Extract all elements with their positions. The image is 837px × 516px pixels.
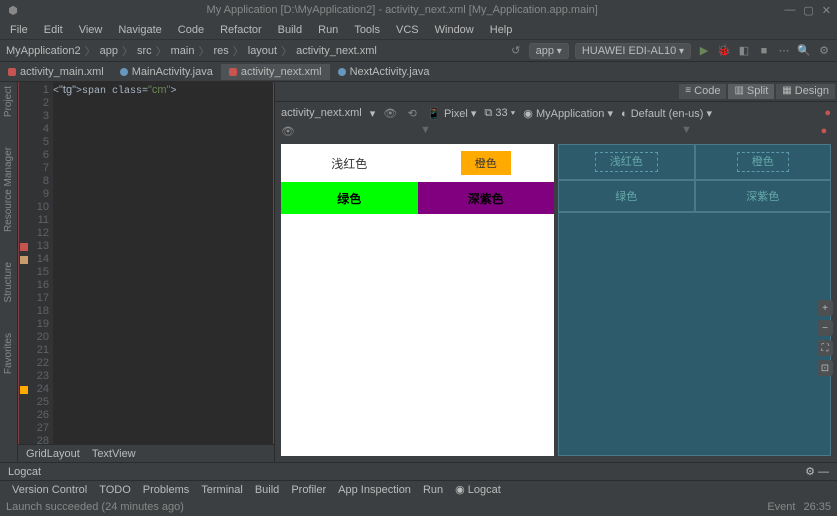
minimize-icon[interactable]: — (784, 4, 795, 17)
menu-bar: FileEditViewNavigate CodeRefactorBuildRun… (0, 20, 837, 40)
pan-icon[interactable]: ⊡ (817, 360, 833, 376)
menu-edit[interactable]: Edit (38, 22, 69, 38)
search-icon[interactable]: 🔍 (797, 44, 811, 58)
menu-tools[interactable]: Tools (348, 22, 386, 38)
sidebar-resource[interactable]: Resource Manager (3, 147, 14, 232)
left-sidebar: Project Resource Manager Structure Favor… (0, 82, 18, 462)
title-bar: ⬢ My Application [D:\MyApplication2] - a… (0, 0, 837, 20)
tool-todo[interactable]: TODO (93, 484, 137, 496)
menu-refactor[interactable]: Refactor (214, 22, 268, 38)
visibility-icon[interactable]: 👁 (281, 124, 295, 138)
layout-preview: ≡ Code ▥ Split ▦ Design activity_next.xm… (274, 82, 837, 462)
breadcrumb[interactable]: MyApplication2〉app〉src〉main〉res〉layout〉a… (6, 43, 377, 59)
bottom-toolbar: Version ControlTODOProblemsTerminalBuild… (0, 480, 837, 498)
tool-run[interactable]: Run (417, 484, 449, 496)
cell-orange[interactable]: 橙色 (461, 151, 511, 175)
eye-icon[interactable]: 👁 (383, 106, 397, 120)
filter2-icon[interactable]: ▼ (556, 124, 817, 138)
design-surface[interactable]: 浅红色 橙色 绿色 深紫色 (281, 144, 554, 456)
tab-code[interactable]: ≡ Code (679, 84, 726, 99)
zoom-out-icon[interactable]: − (817, 320, 833, 336)
cell-pink[interactable]: 浅红色 (281, 144, 418, 182)
preview-file[interactable]: activity_next.xml (281, 107, 362, 119)
logcat-tab-bar: Logcat ⚙ — (0, 462, 837, 480)
status-message: Launch succeeded (24 minutes ago) (6, 501, 184, 513)
menu-file[interactable]: File (4, 22, 34, 38)
line-gutter: 1234567891011121314151617181920212223242… (19, 82, 53, 444)
tab-activity_next.xml[interactable]: activity_next.xml (221, 64, 330, 80)
toolbar-right: ↺ app ▾ HUAWEI EDI-AL10 ▾ ▶ 🐞 ◧ ■ ⋯ 🔍 ⚙ (509, 43, 831, 59)
tab-MainActivity.java[interactable]: MainActivity.java (112, 64, 221, 80)
window-controls: — ▢ ✕ (784, 4, 831, 17)
stop-icon[interactable]: ■ (757, 44, 771, 58)
preview-toolbar: activity_next.xml▾ 👁 ⟲ 📱 Pixel ▾ ⧉ 33 ▾ … (275, 102, 837, 124)
error-icon[interactable]: ● (824, 107, 831, 119)
tool-problems[interactable]: Problems (137, 484, 195, 496)
cell-green[interactable]: 绿色 (281, 182, 418, 214)
profile-icon[interactable]: ◧ (737, 44, 751, 58)
menu-vcs[interactable]: VCS (390, 22, 425, 38)
menu-view[interactable]: View (73, 22, 109, 38)
tab-activity_main.xml[interactable]: activity_main.xml (0, 64, 112, 80)
filter-icon[interactable]: ▼ (295, 124, 556, 138)
nav-toolbar: MyApplication2〉app〉src〉main〉res〉layout〉a… (0, 40, 837, 62)
sidebar-project[interactable]: Project (3, 86, 14, 117)
bp-orange[interactable]: 橙色 (695, 144, 832, 180)
tool-logcat[interactable]: ◉ Logcat (449, 483, 507, 496)
tab-design[interactable]: ▦ Design (776, 84, 835, 99)
tool-version-control[interactable]: Version Control (6, 484, 93, 496)
event-log[interactable]: Event (767, 501, 795, 513)
run-config-combo[interactable]: app ▾ (529, 43, 569, 59)
tab-NextActivity.java[interactable]: NextActivity.java (330, 64, 438, 80)
more-icon[interactable]: ⋯ (777, 44, 791, 58)
preview-theme[interactable]: ◐ Default (en-us) ▾ (621, 107, 712, 120)
tool-terminal[interactable]: Terminal (195, 484, 249, 496)
maximize-icon[interactable]: ▢ (803, 4, 813, 17)
preview-app[interactable]: ◉ MyApplication ▾ (523, 107, 613, 120)
tool-app-inspection[interactable]: App Inspection (332, 484, 417, 496)
bp-purple[interactable]: 深紫色 (695, 180, 832, 212)
cell-purple[interactable]: 深紫色 (418, 182, 555, 214)
blueprint-surface[interactable]: 浅红色 橙色 绿色 深紫色 (558, 144, 831, 456)
device-combo[interactable]: HUAWEI EDI-AL10 ▾ (575, 43, 691, 59)
menu-run[interactable]: Run (312, 22, 344, 38)
tool-profiler[interactable]: Profiler (285, 484, 332, 496)
settings-icon[interactable]: ⚙ (817, 44, 831, 58)
code-editor: 1234567891011121314151617181920212223242… (18, 82, 274, 462)
menu-build[interactable]: Build (272, 22, 308, 38)
sidebar-structure[interactable]: Structure (3, 262, 14, 303)
editor-tabs: activity_main.xmlMainActivity.javaactivi… (0, 62, 837, 82)
caret-position: 26:35 (803, 501, 831, 513)
bp-green[interactable]: 绿色 (558, 180, 695, 212)
preview-actions: + − ⛶ ⊡ (817, 300, 833, 376)
zoom-in-icon[interactable]: + (817, 300, 833, 316)
menu-help[interactable]: Help (484, 22, 519, 38)
tool-build[interactable]: Build (249, 484, 285, 496)
debug-icon[interactable]: 🐞 (717, 44, 731, 58)
run-icon[interactable]: ▶ (697, 44, 711, 58)
design-mode-tabs: ≡ Code ▥ Split ▦ Design (275, 82, 837, 102)
code-area[interactable]: <"tg">span class="cm"> (53, 82, 273, 444)
tab-split[interactable]: ▥ Split (728, 84, 774, 99)
orientation-icon[interactable]: ⟲ (405, 106, 419, 120)
close-icon[interactable]: ✕ (822, 4, 831, 17)
gear-icon[interactable]: ⚙ (805, 466, 815, 478)
app-icon: ⬢ (6, 3, 20, 17)
preview-api[interactable]: ⧉ 33 ▾ (484, 107, 515, 120)
preview-device[interactable]: 📱 Pixel ▾ (427, 107, 476, 120)
tab-logcat[interactable]: Logcat (8, 466, 41, 478)
sync-icon[interactable]: ↺ (509, 44, 523, 58)
editor-breadcrumb[interactable]: GridLayoutTextView (18, 444, 274, 462)
menu-navigate[interactable]: Navigate (112, 22, 167, 38)
status-bar: Launch succeeded (24 minutes ago) Event … (0, 498, 837, 516)
preview-canvas[interactable]: 浅红色 橙色 绿色 深紫色 浅红色 橙色 绿色 深紫色 + (275, 138, 837, 462)
bp-pink[interactable]: 浅红色 (558, 144, 695, 180)
zoom-fit-icon[interactable]: ⛶ (817, 340, 833, 356)
menu-window[interactable]: Window (429, 22, 480, 38)
hide-icon[interactable]: — (818, 466, 829, 478)
menu-code[interactable]: Code (172, 22, 210, 38)
warn-icon[interactable]: ● (817, 124, 831, 138)
window-title: My Application [D:\MyApplication2] - act… (20, 4, 784, 16)
sidebar-favorites[interactable]: Favorites (3, 333, 14, 374)
